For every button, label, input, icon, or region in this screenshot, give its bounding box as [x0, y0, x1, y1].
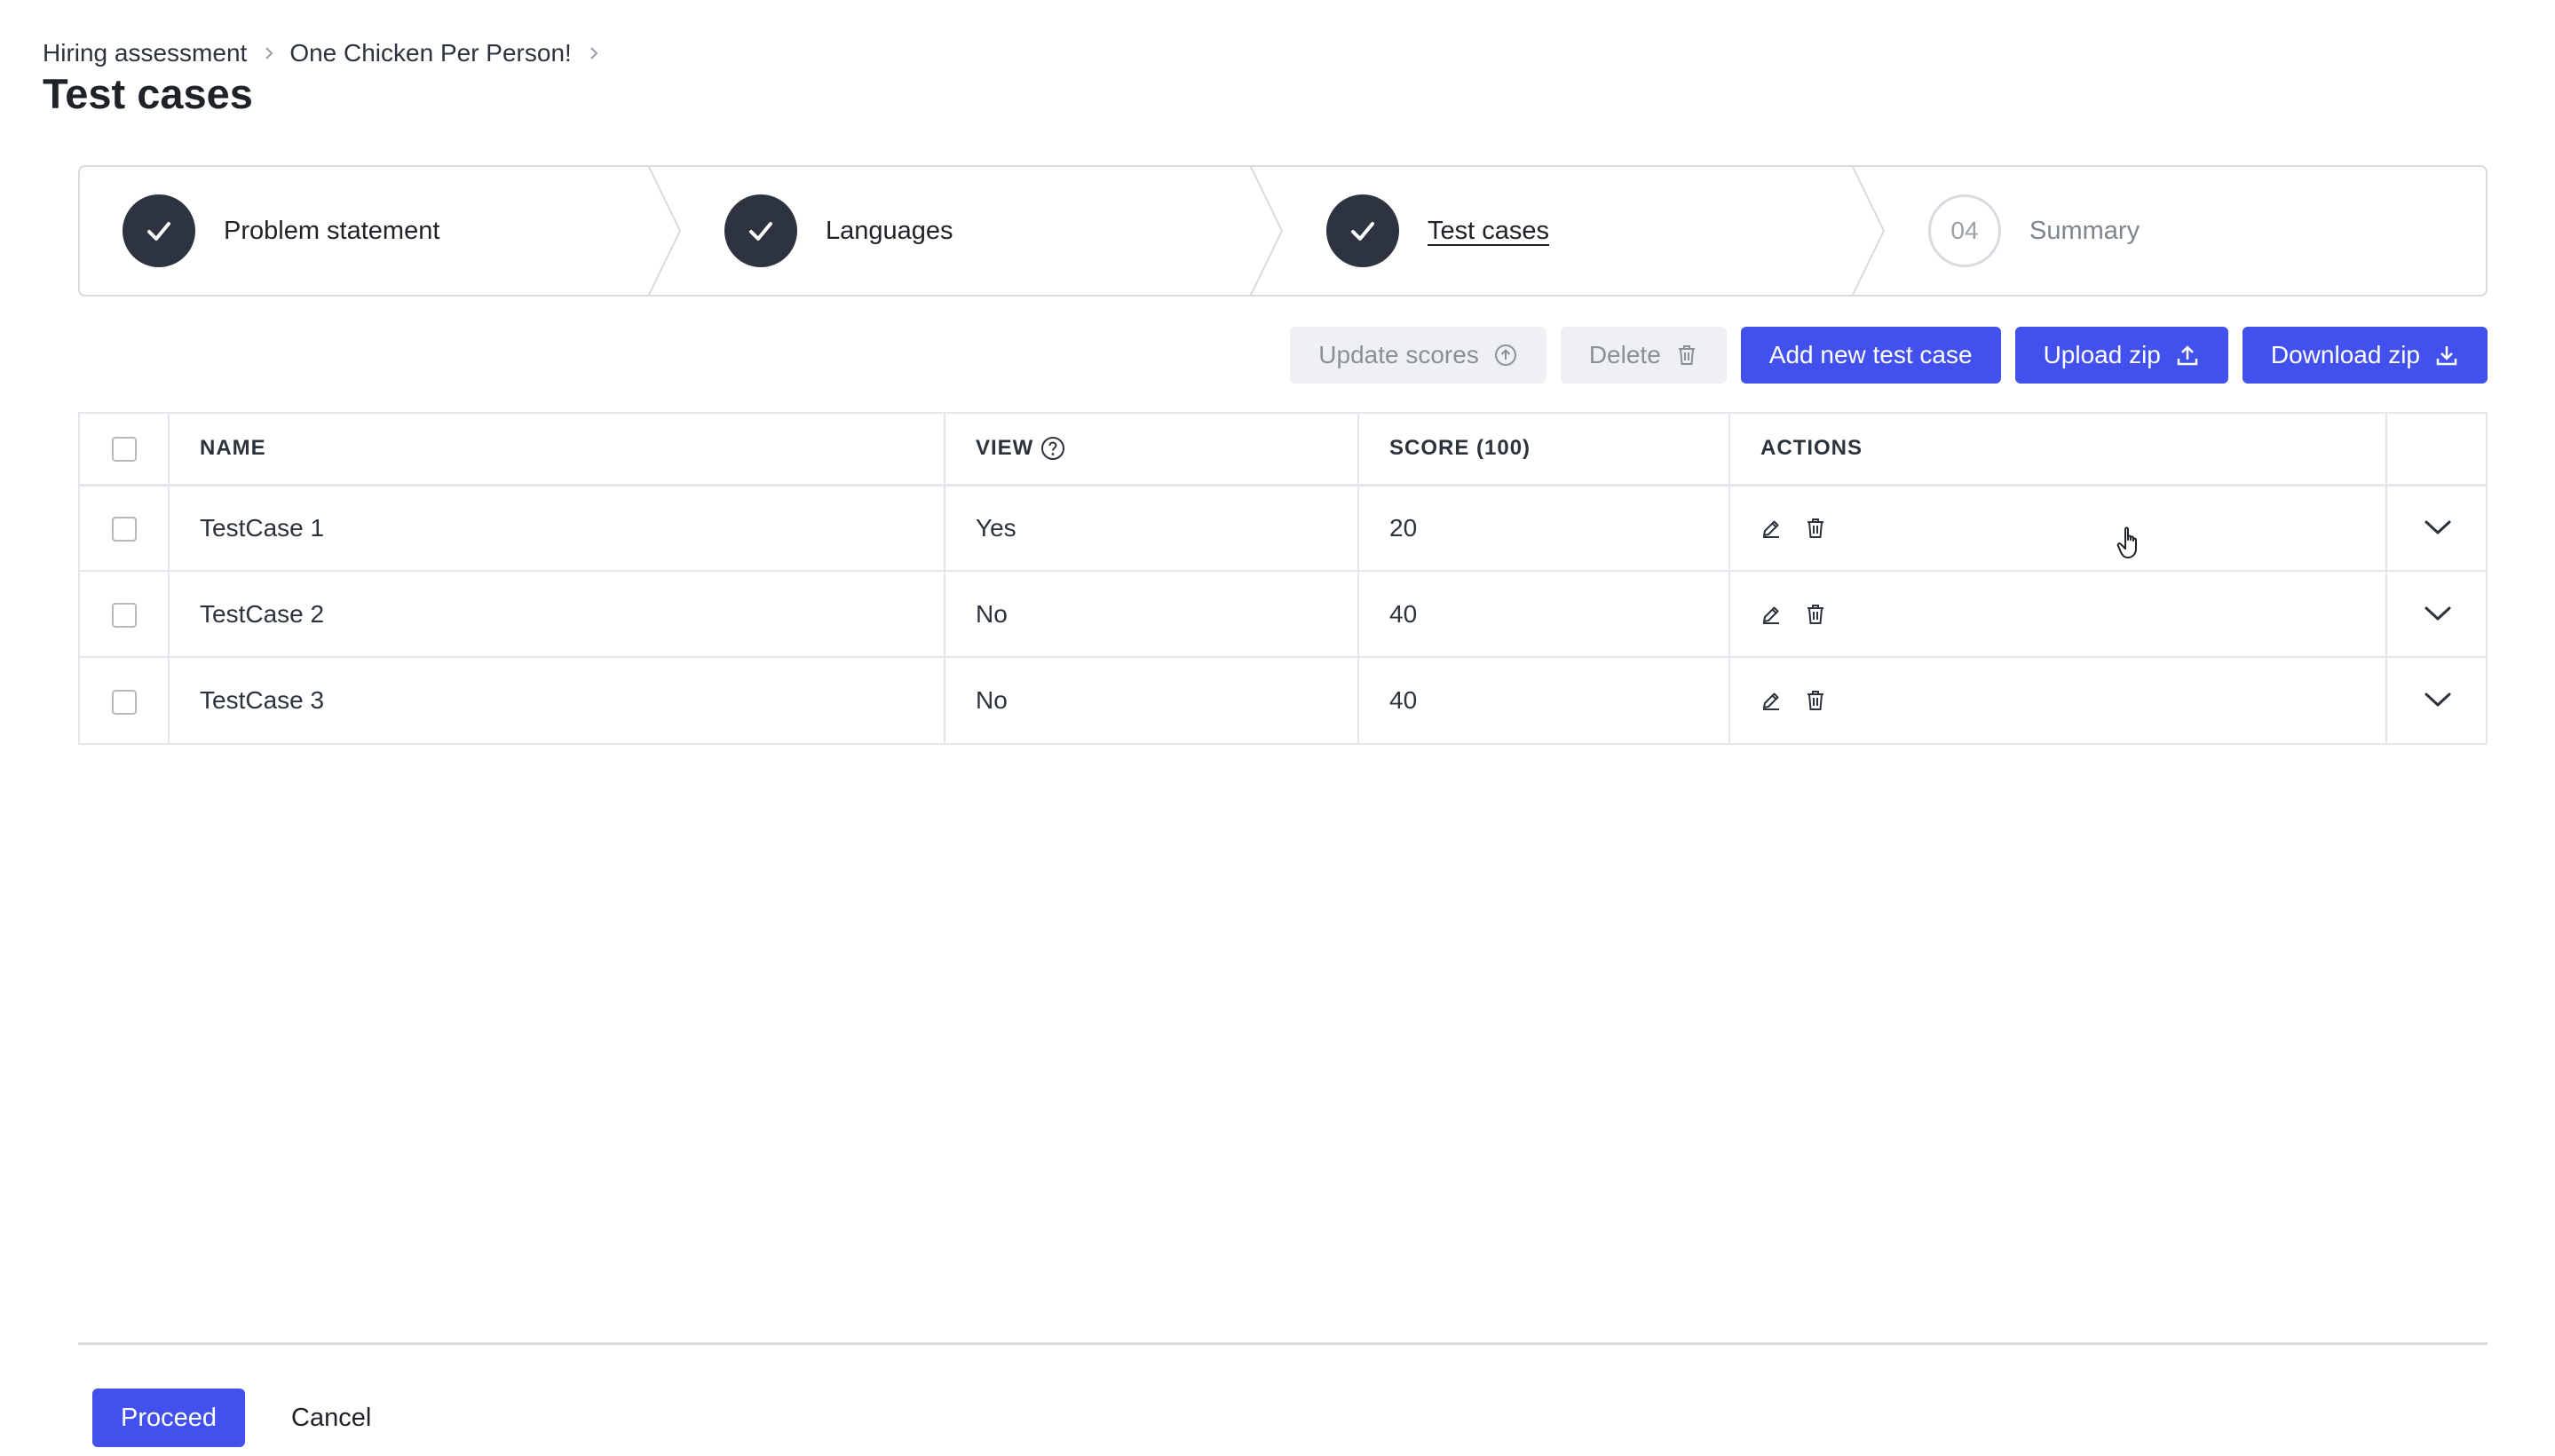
select-all-checkbox[interactable]: [111, 436, 137, 462]
delete-button[interactable]: Delete: [1560, 327, 1727, 384]
stepper: Problem statement Languages Test cases 0…: [78, 165, 2488, 297]
step-divider: [1851, 165, 1886, 297]
breadcrumb-item-hiring-assessment[interactable]: Hiring assessment: [43, 39, 247, 67]
column-header-actions: ACTIONS: [1729, 414, 2387, 487]
chevron-right-icon: [261, 45, 277, 61]
test-case-view: Yes: [945, 485, 1359, 572]
step-number: 04: [1928, 194, 2001, 267]
chevron-down-icon[interactable]: [2424, 691, 2452, 708]
page-title: Test cases: [43, 70, 253, 117]
chevron-down-icon[interactable]: [2424, 605, 2452, 622]
proceed-button[interactable]: Proceed: [92, 1389, 246, 1447]
step-summary[interactable]: 04 Summary: [1928, 167, 2140, 295]
download-zip-button[interactable]: Download zip: [2242, 327, 2488, 384]
check-icon: [724, 194, 797, 267]
test-case-score: 20: [1358, 485, 1730, 572]
row-expand-cell: [2386, 485, 2488, 572]
check-icon: [1326, 194, 1399, 267]
trash-icon[interactable]: [1805, 689, 1826, 712]
row-checkbox[interactable]: [111, 603, 137, 629]
step-test-cases[interactable]: Test cases: [1326, 167, 1549, 295]
step-label: Test cases: [1428, 216, 1549, 245]
chevron-down-icon[interactable]: [2424, 518, 2452, 536]
test-cases-table: NAME VIEW SCORE (100) ACTIONS TestCase 1: [78, 412, 2488, 745]
test-case-name: TestCase 1: [169, 485, 945, 572]
test-case-view: No: [945, 571, 1359, 658]
breadcrumb: Hiring assessment One Chicken Per Person…: [43, 39, 614, 67]
test-case-name: TestCase 2: [169, 571, 945, 658]
button-label: Delete: [1588, 341, 1661, 368]
row-checkbox[interactable]: [111, 517, 137, 542]
hand-cursor-icon: [2116, 526, 2147, 566]
step-divider: [1249, 165, 1284, 297]
column-header-name[interactable]: NAME: [169, 414, 945, 487]
upload-zip-button[interactable]: Upload zip: [2014, 327, 2228, 384]
trash-icon: [1675, 343, 1698, 368]
step-label: Summary: [2029, 216, 2140, 245]
row-select-cell: [80, 485, 170, 572]
row-expand-cell: [2386, 571, 2488, 658]
table-row: TestCase 3 No 40: [80, 657, 2488, 743]
trash-icon[interactable]: [1805, 517, 1826, 540]
row-actions: [1729, 571, 2387, 658]
step-problem-statement[interactable]: Problem statement: [123, 167, 439, 295]
download-icon: [2434, 343, 2459, 368]
upload-icon: [2175, 343, 2200, 368]
pencil-icon[interactable]: [1760, 604, 1782, 625]
pencil-icon[interactable]: [1760, 690, 1782, 711]
button-label: Download zip: [2270, 341, 2420, 368]
pencil-icon[interactable]: [1760, 518, 1782, 539]
column-header-expand: [2386, 414, 2488, 487]
row-expand-cell: [2386, 657, 2488, 743]
row-actions: [1729, 485, 2387, 572]
button-label: Add new test case: [1768, 341, 1973, 368]
toolbar: Update scores Delete Add new test case U…: [1290, 327, 2488, 384]
footer-divider: [78, 1342, 2488, 1345]
table-row: TestCase 2 No 40: [80, 571, 2488, 658]
button-label: Update scores: [1318, 341, 1479, 368]
trash-icon[interactable]: [1805, 603, 1826, 626]
column-header-view: VIEW: [945, 414, 1359, 487]
column-header-view-label: VIEW: [976, 436, 1034, 461]
add-new-test-case-button[interactable]: Add new test case: [1740, 327, 2001, 384]
select-all-cell: [80, 414, 170, 487]
update-scores-button[interactable]: Update scores: [1290, 327, 1546, 384]
arrow-up-circle-icon: [1493, 343, 1518, 368]
chevron-right-icon: [586, 45, 602, 61]
column-header-score[interactable]: SCORE (100): [1358, 414, 1730, 487]
row-checkbox[interactable]: [111, 689, 137, 715]
step-divider: [647, 165, 682, 297]
question-circle-icon[interactable]: [1040, 436, 1065, 461]
button-label: Upload zip: [2043, 341, 2161, 368]
row-actions: [1729, 657, 2387, 743]
test-case-view: No: [945, 657, 1359, 743]
table-header-row: NAME VIEW SCORE (100) ACTIONS: [80, 414, 2488, 487]
cancel-button[interactable]: Cancel: [291, 1389, 371, 1447]
test-case-name: TestCase 3: [169, 657, 945, 743]
breadcrumb-item-problem[interactable]: One Chicken Per Person!: [289, 39, 572, 67]
test-case-score: 40: [1358, 657, 1730, 743]
row-select-cell: [80, 657, 170, 743]
step-languages[interactable]: Languages: [724, 167, 953, 295]
row-select-cell: [80, 571, 170, 658]
test-case-score: 40: [1358, 571, 1730, 658]
step-label: Problem statement: [224, 216, 440, 245]
step-label: Languages: [826, 216, 953, 245]
check-icon: [123, 194, 195, 267]
